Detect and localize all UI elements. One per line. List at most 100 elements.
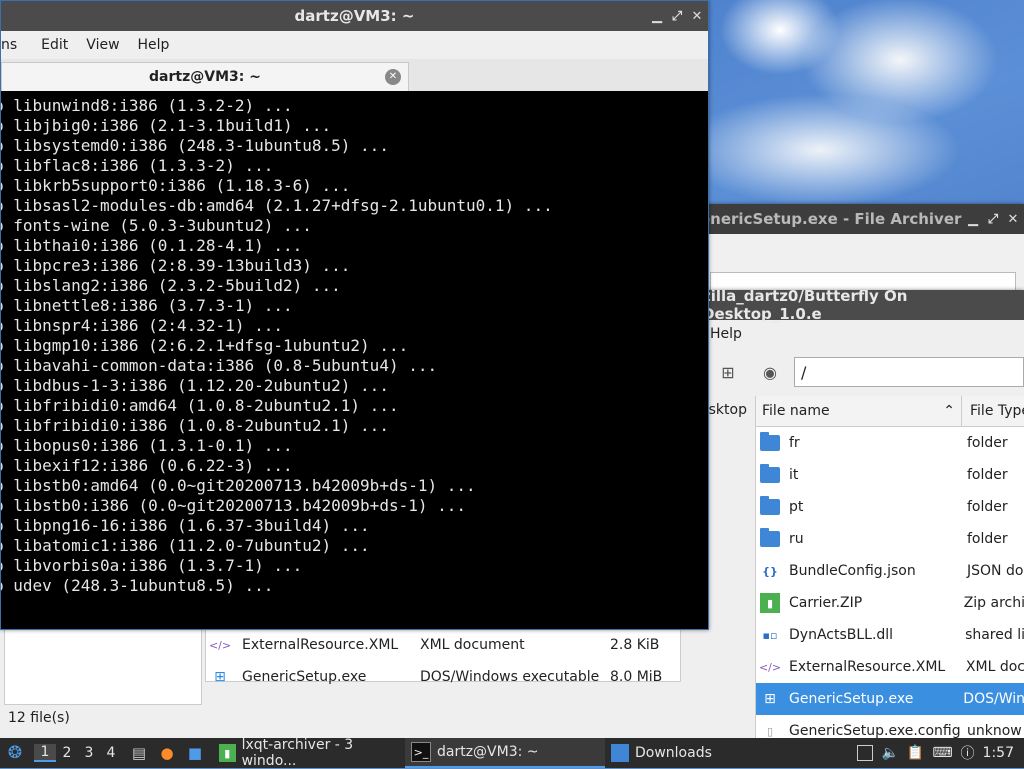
terminal-line: p libpng16-16:i386 (1.6.37-3build4) ... bbox=[1, 516, 370, 535]
file-row[interactable]: </> ExternalResource.XML XML doc bbox=[756, 651, 1024, 683]
file-row[interactable]: {} BundleConfig.json JSON do bbox=[756, 555, 1024, 587]
close-icon[interactable]: ✕ bbox=[1006, 212, 1020, 227]
file-row[interactable]: ru folder bbox=[756, 523, 1024, 555]
file-list[interactable]: File name ⌃ File Type fr folder it folder pt f… bbox=[755, 396, 1024, 740]
terminal-line: p libvorbis0a:i386 (1.3.7-1) ... bbox=[1, 556, 303, 575]
start-menu-button[interactable]: ❂ bbox=[0, 738, 30, 768]
file-type: folder bbox=[967, 467, 1008, 483]
archiver-back-title: enericSetup.exe - File Archiver bbox=[700, 210, 962, 228]
archive-entry-type: XML document bbox=[420, 637, 525, 653]
workspace-4[interactable]: 4 bbox=[100, 745, 122, 761]
terminal-line: p libpcre3:i386 (2:8.39-13build3) ... bbox=[1, 256, 351, 275]
path-value: / bbox=[801, 362, 807, 382]
menu-view[interactable]: View bbox=[77, 37, 128, 53]
record-icon[interactable]: ◉ bbox=[756, 358, 784, 386]
archive-entry-name: GenericSetup.exe bbox=[242, 669, 367, 685]
path-input[interactable]: / bbox=[794, 357, 1024, 387]
workspace-2[interactable]: 2 bbox=[56, 745, 78, 761]
archive-entry-row[interactable]: ⊞ GenericSetup.exe DOS/Windows executable 8… bbox=[206, 661, 680, 693]
terminal-line: p libexif12:i386 (0.6.22-3) ... bbox=[1, 456, 293, 475]
clipboard-icon[interactable]: 📋 bbox=[907, 745, 924, 761]
terminal-titlebar[interactable]: dartz@VM3: ~ ▁ ⤢ ✕ bbox=[1, 1, 708, 31]
archive-entry-type: DOS/Windows executable bbox=[420, 669, 600, 685]
show-desktop-icon[interactable]: ■ bbox=[184, 742, 206, 764]
terminal-line: p libgmp10:i386 (2:6.2.1+dfsg-1ubuntu2) … bbox=[1, 336, 409, 355]
terminal-line: p libstb0:i386 (0.0~git20200713.b42009b+… bbox=[1, 496, 467, 515]
taskbar-task[interactable]: >_ dartz@VM3: ~ bbox=[405, 738, 605, 768]
archiver-folder-tree[interactable] bbox=[4, 628, 202, 705]
dll-icon: ▪▫ bbox=[762, 628, 778, 642]
archiver-icon: ▮ bbox=[219, 744, 236, 762]
terminal-tab[interactable]: dartz@VM3: ~ ✕ bbox=[1, 62, 409, 91]
notification-icon[interactable]: ⓘ bbox=[961, 743, 975, 763]
folder-icon bbox=[760, 528, 780, 547]
terminal-tabbar: dartz@VM3: ~ ✕ bbox=[1, 59, 708, 91]
terminal-menubar: ns Edit View Help bbox=[1, 31, 708, 59]
file-type: JSON do bbox=[967, 563, 1024, 579]
keyboard-icon[interactable]: ⌨ bbox=[932, 745, 952, 761]
minimize-icon[interactable]: ▁ bbox=[650, 9, 664, 24]
workspace-3[interactable]: 3 bbox=[78, 745, 100, 761]
clock[interactable]: 1:57 bbox=[983, 745, 1014, 761]
file-name-cell: </> ExternalResource.XML bbox=[756, 657, 961, 677]
file-row[interactable]: ▯ GenericSetup.exe.config unknow bbox=[756, 715, 1024, 740]
workspace-icon[interactable] bbox=[857, 745, 874, 761]
zip-icon: ▮ bbox=[760, 593, 780, 613]
terminal-title: dartz@VM3: ~ bbox=[294, 7, 415, 25]
maximize-icon[interactable]: ⤢ bbox=[986, 212, 1000, 227]
menu-help[interactable]: Help bbox=[129, 37, 179, 53]
file-name: BundleConfig.json bbox=[789, 563, 916, 579]
file-manager-window[interactable]: zilla_dartz0/Butterfly On Desktop_1.0.e … bbox=[700, 290, 1024, 740]
terminal-window[interactable]: dartz@VM3: ~ ▁ ⤢ ✕ ns Edit View Help dartz… bbox=[0, 0, 709, 630]
file-row[interactable]: ▪▫ DynActsBLL.dll shared li bbox=[756, 619, 1024, 651]
column-name-label: File name bbox=[762, 403, 830, 419]
xml-icon: </> bbox=[208, 638, 232, 652]
taskbar-task[interactable]: ▮ lxqt-archiver - 3 windo... bbox=[213, 737, 405, 769]
terminal-line: p udev (248.3-1ubuntu8.5) ... bbox=[1, 576, 274, 595]
taskbar-task-label: dartz@VM3: ~ bbox=[437, 744, 539, 760]
maximize-icon[interactable]: ⤢ bbox=[670, 9, 684, 24]
terminal-line: p libfribidi0:i386 (1.0.8-2ubuntu2.1) ..… bbox=[1, 416, 389, 435]
close-icon[interactable]: ✕ bbox=[690, 9, 704, 24]
workspace-1[interactable]: 1 bbox=[34, 744, 56, 762]
file-name-cell: {} BundleConfig.json bbox=[756, 561, 962, 581]
menu-actions[interactable]: ns bbox=[1, 37, 26, 53]
archiver-back-titlebar[interactable]: enericSetup.exe - File Archiver ▁ ⤢ ✕ bbox=[700, 204, 1024, 234]
minimize-icon[interactable]: ▁ bbox=[966, 212, 980, 227]
firefox-icon[interactable]: ● bbox=[156, 742, 178, 764]
add-icon[interactable]: ⊞ bbox=[714, 358, 742, 386]
terminal-line: p libunwind8:i386 (1.3.2-2) ... bbox=[1, 96, 293, 115]
folder-icon bbox=[760, 432, 780, 451]
terminal-line: p libthai0:i386 (0.1.28-4.1) ... bbox=[1, 236, 303, 255]
column-header-name[interactable]: File name ⌃ bbox=[756, 396, 962, 426]
terminal-line: p libopus0:i386 (1.3.1-0.1) ... bbox=[1, 436, 293, 455]
terminal-line: p libnettle8:i386 (3.7.3-1) ... bbox=[1, 296, 293, 315]
terminal-output[interactable]: p libunwind8:i386 (1.3.2-2) ... p libjbig… bbox=[1, 93, 708, 629]
archiver-window-front[interactable]: </> ExternalResource.XML XML document 2.8 K… bbox=[0, 628, 702, 738]
file-manager-launcher-icon[interactable]: ▤ bbox=[128, 742, 150, 764]
file-row[interactable]: pt folder bbox=[756, 491, 1024, 523]
archive-entry-name: ExternalResource.XML bbox=[242, 637, 399, 653]
archiver-file-list[interactable]: </> ExternalResource.XML XML document 2.8 K… bbox=[205, 628, 681, 685]
archive-entry-row[interactable]: </> ExternalResource.XML XML document 2.8 K… bbox=[206, 629, 680, 661]
file-row[interactable]: ⊞ GenericSetup.exe DOS/Win bbox=[756, 683, 1024, 715]
file-list-header: File name ⌃ File Type bbox=[756, 396, 1024, 427]
file-type: shared li bbox=[965, 627, 1024, 643]
file-row[interactable]: it folder bbox=[756, 459, 1024, 491]
taskbar: ❂ 1234 ▤ ● ■ ▮ lxqt-archiver - 3 windo...… bbox=[0, 737, 1024, 769]
file-manager-titlebar[interactable]: zilla_dartz0/Butterfly On Desktop_1.0.e bbox=[700, 290, 1024, 323]
file-name: pt bbox=[789, 499, 804, 515]
column-header-type[interactable]: File Type bbox=[962, 396, 1024, 426]
exe-icon: ⊞ bbox=[214, 669, 226, 685]
file-row[interactable]: fr folder bbox=[756, 427, 1024, 459]
archive-entry-size: 2.8 KiB bbox=[610, 637, 660, 653]
terminal-line: p libsystemd0:i386 (248.3-1ubuntu8.5) ..… bbox=[1, 136, 389, 155]
file-row[interactable]: ▮ Carrier.ZIP Zip archi bbox=[756, 587, 1024, 619]
terminal-line: p libdbus-1-3:i386 (1.12.20-2ubuntu2) ..… bbox=[1, 376, 389, 395]
volume-icon[interactable]: 🔈 bbox=[881, 745, 898, 761]
tab-close-icon[interactable]: ✕ bbox=[385, 69, 401, 85]
file-name-cell: ▮ Carrier.ZIP bbox=[756, 593, 959, 613]
taskbar-task[interactable]: Downloads bbox=[605, 738, 815, 768]
menu-edit[interactable]: Edit bbox=[32, 37, 77, 53]
terminal-line: p libjbig0:i386 (2.1-3.1build1) ... bbox=[1, 116, 332, 135]
